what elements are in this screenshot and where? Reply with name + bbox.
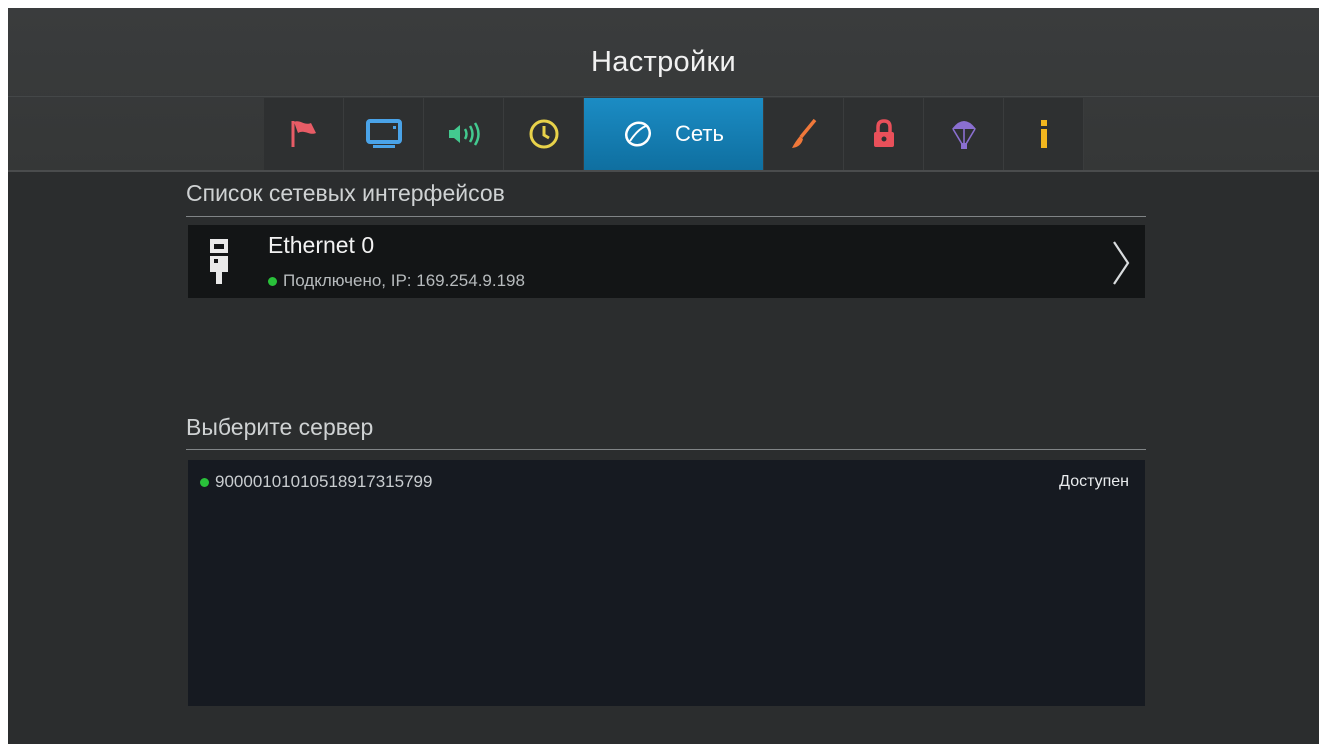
- server-id: 9000010101051891731​5799: [215, 472, 433, 491]
- tab-audio[interactable]: [424, 98, 504, 170]
- tab-network[interactable]: Сеть: [584, 98, 764, 170]
- header: Настройки Сеть: [8, 8, 1319, 172]
- ethernet-icon: [210, 239, 228, 284]
- server-availability: Доступен: [1059, 473, 1129, 490]
- interface-status-text: Подключено, IP: 169.254.9.198: [283, 271, 525, 290]
- tab-display[interactable]: [344, 98, 424, 170]
- interface-name: Ethernet 0: [268, 232, 375, 258]
- interface-status: Подключено, IP: 169.254.9.198: [268, 271, 525, 291]
- interface-row-ethernet[interactable]: Ethernet 0 Подключено, IP: 169.254.9.198: [188, 225, 1145, 298]
- lock-icon: [873, 119, 894, 147]
- clock-icon: [529, 119, 558, 149]
- settings-screen: Настройки Сеть Список сетевых интерфейсо…: [8, 8, 1319, 744]
- server-divider: [186, 449, 1146, 450]
- tab-update[interactable]: [924, 98, 1004, 170]
- page-title: Настройки: [591, 46, 736, 78]
- parachute-icon: [951, 121, 976, 149]
- tab-appearance[interactable]: [764, 98, 844, 170]
- tv-icon: [365, 119, 402, 148]
- tab-language[interactable]: [264, 98, 344, 170]
- tab-time[interactable]: [504, 98, 584, 170]
- tab-info[interactable]: [1004, 98, 1084, 170]
- interfaces-section-title: Список сетевых интерфейсов: [186, 180, 505, 206]
- globe-icon: [625, 121, 652, 147]
- brush-icon: [791, 118, 816, 148]
- server-row[interactable]: 9000010101051891731​5799 Доступен: [200, 470, 1129, 494]
- flag-icon: [291, 121, 316, 147]
- tab-network-label: Сеть: [675, 121, 724, 146]
- tab-security[interactable]: [844, 98, 924, 170]
- server-section-title: Выберите сервер: [186, 414, 374, 440]
- server-list: 9000010101051891731​5799 Доступен: [188, 460, 1145, 706]
- settings-tabs: Сеть: [264, 98, 1084, 170]
- server-status-dot: [200, 477, 209, 487]
- interfaces-divider: [186, 216, 1146, 217]
- chevron-right-icon: [1113, 241, 1130, 285]
- info-icon: [1040, 120, 1047, 148]
- speaker-icon: [448, 122, 480, 146]
- connected-status-dot: [268, 276, 277, 286]
- header-divider: [8, 96, 1319, 97]
